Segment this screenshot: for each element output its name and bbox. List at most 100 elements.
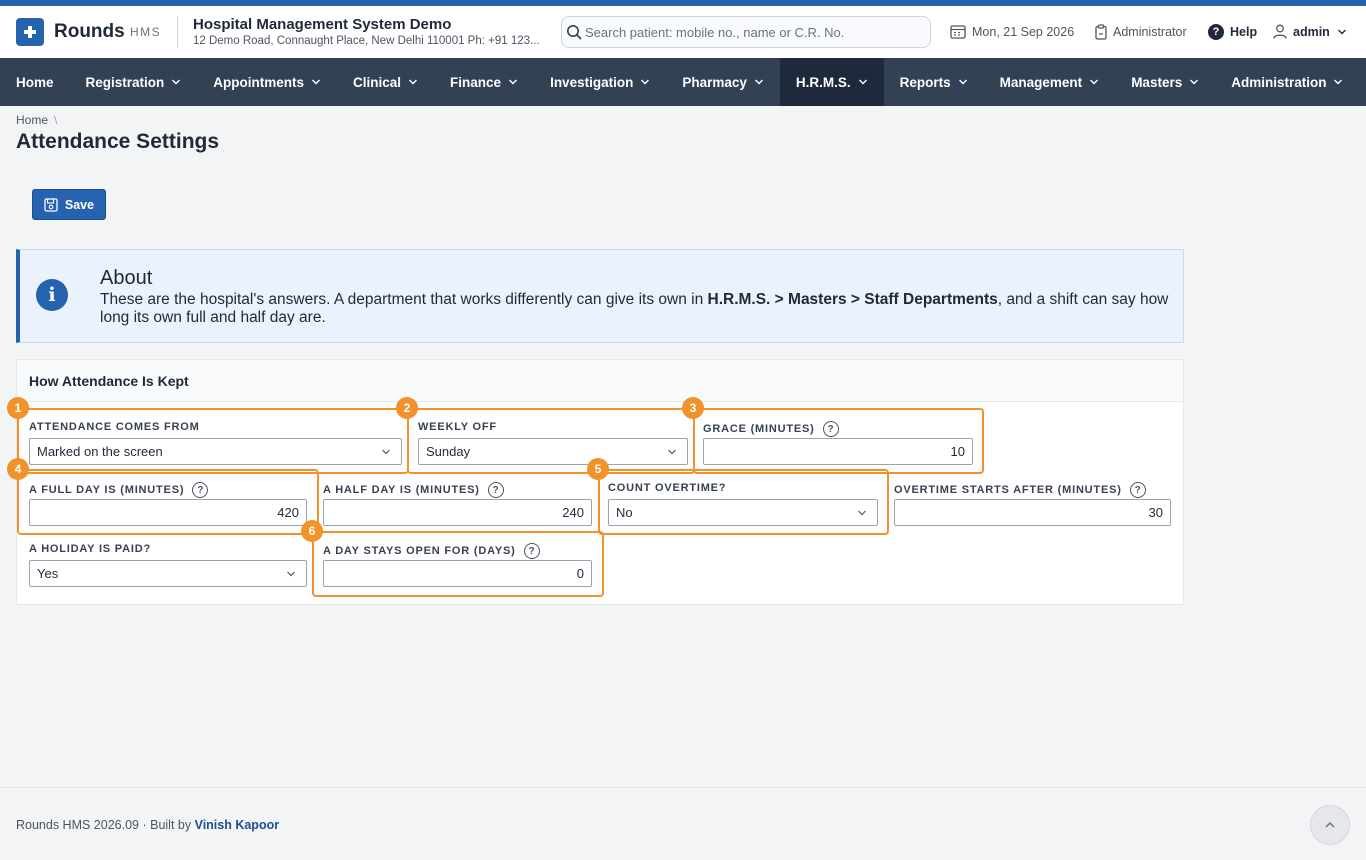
footer-author-link[interactable]: Vinish Kapoor [195, 818, 280, 832]
card-title: How Attendance Is Kept [29, 373, 189, 389]
nav-item-clinical[interactable]: Clinical [337, 58, 434, 106]
page-title: Attendance Settings [16, 130, 220, 153]
grace-minutes-input[interactable] [703, 438, 973, 465]
breadcrumb-home[interactable]: Home [16, 113, 48, 127]
search-input[interactable] [585, 17, 925, 47]
callout-badge: 4 [7, 458, 29, 480]
chevron-down-icon [858, 79, 867, 85]
nav-item-label: H.R.M.S. [795, 74, 851, 90]
attendance-settings-card: How Attendance Is Kept ATTENDANCE COMES … [16, 359, 1184, 605]
chevron-down-icon [172, 79, 181, 85]
chevron-up-icon [1325, 821, 1335, 828]
nav-item-management[interactable]: Management [984, 58, 1116, 106]
full-day-minutes-field: A FULL DAY IS (MINUTES)? [29, 482, 309, 527]
question-circle-icon[interactable]: ? [523, 543, 540, 559]
nav-item-pharmacy[interactable]: Pharmacy [666, 58, 780, 106]
count-overtime-field: COUNT OVERTIME? No [608, 482, 879, 527]
floppy-disk-icon [44, 197, 58, 212]
nav-item-investigation[interactable]: Investigation [534, 58, 666, 106]
nav-item-label: Investigation [550, 74, 634, 90]
overtime-after-input[interactable] [894, 499, 1171, 526]
header-role[interactable]: Administrator [1095, 24, 1187, 40]
select-value: No [616, 505, 633, 520]
field-label: A DAY STAYS OPEN FOR (DAYS)? [323, 543, 540, 559]
nav-item-h-r-m-s[interactable]: H.R.M.S. [779, 58, 884, 106]
save-label: Save [64, 197, 95, 212]
plus-icon[interactable] [16, 18, 44, 46]
field-label-text: A HALF DAY IS (MINUTES) [323, 484, 480, 496]
page-footer: Rounds HMS 2026.09 · Built by Vinish Kap… [0, 787, 1366, 860]
nav-item-masters[interactable]: Masters [1115, 58, 1215, 106]
patient-search [561, 16, 931, 48]
nav-item-registration[interactable]: Registration [70, 58, 198, 106]
nav-item-finance[interactable]: Finance [434, 58, 534, 106]
user-icon [1273, 24, 1287, 39]
attendance-source-select[interactable]: Marked on the screen [29, 438, 402, 465]
field-label: A HOLIDAY IS PAID? [29, 543, 151, 555]
field-label: OVERTIME STARTS AFTER (MINUTES)? [894, 482, 1146, 498]
field-label-text: A DAY STAYS OPEN FOR (DAYS) [323, 545, 516, 557]
about-title: About [100, 267, 153, 289]
weekly-off-select[interactable]: Sunday [418, 438, 688, 465]
nav-item-label: Appointments [213, 74, 305, 90]
nav-item-label: Registration [85, 74, 165, 90]
app-header: Rounds HMS Hospital Management System De… [0, 6, 1366, 58]
select-value: Yes [37, 566, 59, 581]
field-label-text: A FULL DAY IS (MINUTES) [29, 484, 185, 496]
user-menu[interactable]: admin [1273, 24, 1353, 39]
nav-item-label: Pharmacy [682, 74, 747, 90]
callout-badge: 2 [396, 397, 418, 419]
field-label: A FULL DAY IS (MINUTES)? [29, 482, 209, 498]
grace-minutes-field: GRACE (MINUTES)? [703, 421, 975, 466]
holiday-paid-field: A HOLIDAY IS PAID? Yes [29, 543, 309, 588]
breadcrumb-separator: \ [54, 113, 58, 127]
question-circle-icon: ? [1208, 24, 1224, 40]
callout-badge: 1 [7, 397, 29, 419]
chevron-down-icon [754, 79, 763, 85]
card-header: How Attendance Is Kept [17, 360, 1183, 402]
half-day-minutes-input[interactable] [323, 499, 592, 526]
back-to-top-button[interactable] [1310, 805, 1350, 845]
callout-badge: 6 [301, 520, 323, 542]
holiday-paid-select[interactable]: Yes [29, 560, 307, 587]
header-date-text: Mon, 21 Sep 2026 [972, 24, 1075, 39]
nav-item-appointments[interactable]: Appointments [197, 58, 337, 106]
about-text-part: These are the hospital's answers. A depa… [100, 291, 708, 308]
info-icon: i [36, 279, 68, 311]
nav-item-reports[interactable]: Reports [884, 58, 984, 106]
field-label: ATTENDANCE COMES FROM [29, 421, 200, 433]
brand-subtitle: HMS [130, 25, 162, 39]
hospital-address: 12 Demo Road, Connaught Place, New Delhi… [193, 35, 540, 47]
overtime-after-field: OVERTIME STARTS AFTER (MINUTES)? [894, 482, 1172, 527]
about-panel: i About These are the hospital's answers… [16, 249, 1184, 343]
header-role-text: Administrator [1113, 25, 1187, 39]
chevron-down-icon [409, 79, 418, 85]
chevron-down-icon [858, 510, 866, 516]
field-label: WEEKLY OFF [418, 421, 497, 433]
question-circle-icon[interactable]: ? [192, 482, 209, 498]
help-link[interactable]: ? Help [1208, 24, 1257, 40]
day-open-days-input[interactable] [323, 560, 592, 587]
nav-item-label: Masters [1131, 74, 1183, 90]
nav-item-label: Clinical [353, 74, 402, 90]
nav-item-label: Reports [899, 74, 951, 90]
brand-name[interactable]: Rounds [54, 21, 125, 43]
select-value: Marked on the screen [37, 444, 163, 459]
about-text-path: H.R.M.S. > Masters > Staff Departments [707, 291, 998, 308]
question-circle-icon[interactable]: ? [1129, 482, 1146, 498]
clipboard-icon [1095, 24, 1107, 40]
full-day-minutes-input[interactable] [29, 499, 307, 526]
footer-version: Rounds HMS 2026.09 · Built by [16, 818, 195, 832]
nav-item-administration[interactable]: Administration [1215, 58, 1359, 106]
nav-item-label: Finance [450, 74, 502, 90]
question-circle-icon[interactable]: ? [487, 482, 504, 498]
header-divider [177, 16, 178, 48]
count-overtime-select[interactable]: No [608, 499, 878, 526]
calendar-icon [950, 25, 966, 39]
nav-item-home[interactable]: Home [0, 58, 70, 106]
save-button[interactable]: Save [32, 189, 106, 220]
question-circle-icon[interactable]: ? [822, 421, 839, 437]
chevron-down-icon [958, 79, 967, 85]
field-label-text: OVERTIME STARTS AFTER (MINUTES) [894, 484, 1122, 496]
chevron-down-icon [509, 79, 518, 85]
